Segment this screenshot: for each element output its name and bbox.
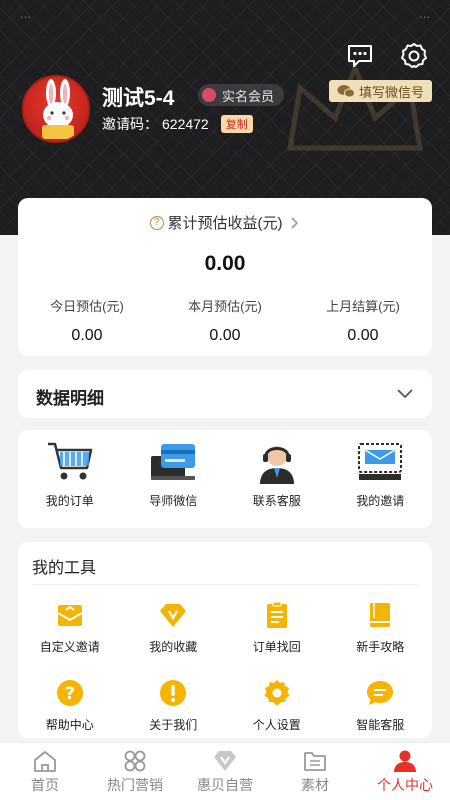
exclamation-icon xyxy=(160,680,187,706)
svg-text:?: ? xyxy=(65,684,75,704)
tool-my-favorites[interactable]: 我的收藏 xyxy=(122,594,226,662)
quick-my-invites-label: 我的邀请 xyxy=(356,494,405,508)
user-icon xyxy=(394,750,416,772)
tool-smart-service[interactable]: 智能客服 xyxy=(329,672,433,740)
earnings-today-value: 0.00 xyxy=(71,327,103,344)
clover-icon xyxy=(124,750,146,772)
earnings-month-label: 本月预估(元) xyxy=(188,299,262,314)
tool-custom-invite-label: 自定义邀请 xyxy=(39,640,100,654)
card-icon xyxy=(151,444,196,480)
tab-self-operated[interactable]: 惠贝自营 xyxy=(180,743,270,800)
tool-help-center-label: 帮助中心 xyxy=(45,718,94,732)
tab-home[interactable]: 首页 xyxy=(0,743,90,800)
envelope-icon xyxy=(57,605,83,626)
bottom-tab-bar: 首页 热门营销 惠贝自营 素材 个人中心 xyxy=(0,742,450,800)
question-icon: ? xyxy=(56,680,83,706)
tool-order-recovery[interactable]: 订单找回 xyxy=(225,594,329,662)
tool-order-recovery-label: 订单找回 xyxy=(252,640,301,654)
tool-personal-settings[interactable]: 个人设置 xyxy=(225,672,329,740)
data-detail-row[interactable]: 数据明细 xyxy=(18,370,432,418)
tool-personal-settings-label: 个人设置 xyxy=(252,718,301,732)
diamond-icon xyxy=(160,604,187,627)
tab-hot-marketing[interactable]: 热门营销 xyxy=(90,743,180,800)
member-badge: 实名会员 xyxy=(198,84,285,106)
earnings-card: ? 累计预估收益(元) 0.00 今日预估(元) 0.00 本月预估(元) 0.… xyxy=(18,198,432,356)
copy-invite-code-button[interactable]: 复制 xyxy=(220,115,253,133)
quick-contact-service[interactable]: 联系客服 xyxy=(225,430,329,528)
tab-personal-center[interactable]: 个人中心 xyxy=(360,743,450,800)
tools-title: 我的工具 xyxy=(32,560,97,577)
invite-code-row: 邀请码： 622472 复制 xyxy=(102,114,253,134)
headset-agent-icon xyxy=(259,446,294,484)
quick-mentor-wechat[interactable]: 导师微信 xyxy=(122,430,226,528)
member-badge-icon xyxy=(202,88,216,102)
data-detail-title: 数据明细 xyxy=(36,389,104,408)
tab-self-operated-label: 惠贝自营 xyxy=(197,777,253,793)
shopping-cart-icon xyxy=(47,442,92,480)
clipboard-icon xyxy=(266,601,287,628)
tab-materials-label: 素材 xyxy=(301,777,329,793)
username: 测试5-4 xyxy=(102,87,175,110)
fill-wechat-button[interactable]: 填写微信号 xyxy=(328,80,432,102)
chevron-right-icon xyxy=(290,216,298,229)
invite-screen-icon xyxy=(358,443,403,480)
quick-my-orders[interactable]: 我的订单 xyxy=(18,430,122,528)
question-mark-icon: ? xyxy=(149,215,164,230)
rabbit-avatar-icon xyxy=(42,79,74,139)
fill-wechat-label: 填写微信号 xyxy=(358,84,424,100)
quick-my-invites[interactable]: 我的邀请 xyxy=(329,430,433,528)
tab-home-label: 首页 xyxy=(31,777,59,793)
earnings-today-label: 今日预估(元) xyxy=(50,299,124,314)
tool-help-center[interactable]: ? 帮助中心 xyxy=(18,672,122,740)
gear-icon xyxy=(264,680,290,706)
chat-bubble-icon xyxy=(367,681,394,705)
home-icon xyxy=(34,751,56,772)
folder-icon xyxy=(304,752,326,771)
message-icon[interactable] xyxy=(346,42,374,70)
settings-gear-icon[interactable] xyxy=(400,42,428,70)
tool-custom-invite[interactable]: 自定义邀请 xyxy=(18,594,122,662)
status-bar: ... ... xyxy=(20,6,430,28)
tool-smart-service-label: 智能客服 xyxy=(356,718,405,732)
diamond-tab-icon xyxy=(214,751,236,771)
earnings-last-month-value: 0.00 xyxy=(347,327,379,344)
cumulative-earnings-link[interactable]: ? 累计预估收益(元) xyxy=(18,212,432,233)
tab-hot-marketing-label: 热门营销 xyxy=(107,777,163,793)
status-bar-left: ... xyxy=(20,6,31,21)
earnings-month-value: 0.00 xyxy=(209,327,241,344)
tab-personal-center-label: 个人中心 xyxy=(377,777,433,793)
invite-code-value: 622472 xyxy=(162,116,209,132)
earnings-total: 0.00 xyxy=(204,252,246,275)
avatar[interactable] xyxy=(22,75,90,143)
quick-my-orders-label: 我的订单 xyxy=(45,494,94,508)
tool-about-us-label: 关于我们 xyxy=(149,718,198,732)
tools-divider xyxy=(32,584,418,585)
quick-mentor-wechat-label: 导师微信 xyxy=(149,494,198,508)
book-icon xyxy=(370,603,391,627)
member-badge-label: 实名会员 xyxy=(222,88,275,104)
chevron-down-icon xyxy=(397,389,413,399)
earnings-last-month-label: 上月结算(元) xyxy=(326,299,400,314)
tool-my-favorites-label: 我的收藏 xyxy=(149,640,198,654)
tool-beginner-guide[interactable]: 新手攻略 xyxy=(329,594,433,662)
invite-code-label: 邀请码： xyxy=(102,116,158,132)
quick-actions: 我的订单 导师微信 联系客服 我的邀请 xyxy=(18,430,432,528)
status-bar-right: ... xyxy=(419,6,430,21)
tools-card: 我的工具 自定义邀请 我的收藏 订单找回 新手攻略 ? 帮助中心 关于我们 个人… xyxy=(18,542,432,738)
wechat-icon xyxy=(337,85,355,98)
tab-materials[interactable]: 素材 xyxy=(270,743,360,800)
earnings-last-month: 上月结算(元) 0.00 xyxy=(294,296,432,345)
earnings-title: 累计预估收益(元) xyxy=(167,215,283,232)
tool-about-us[interactable]: 关于我们 xyxy=(122,672,226,740)
quick-contact-service-label: 联系客服 xyxy=(252,494,301,508)
tool-beginner-guide-label: 新手攻略 xyxy=(356,640,405,654)
earnings-today: 今日预估(元) 0.00 xyxy=(18,296,156,345)
earnings-month: 本月预估(元) 0.00 xyxy=(156,296,294,345)
